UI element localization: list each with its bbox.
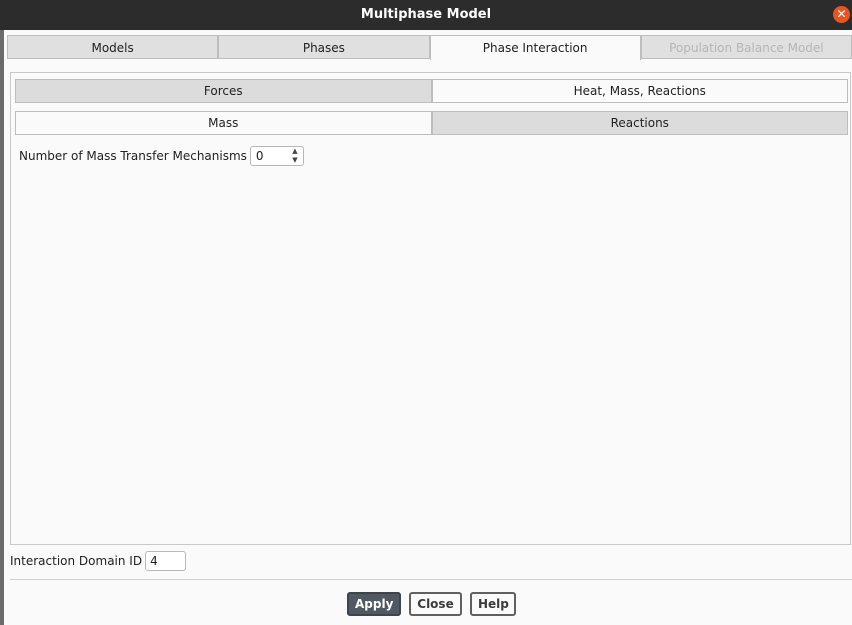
heat-mass-subtab-bar: Mass Reactions: [15, 111, 848, 135]
main-tab-bar: Models Phases Phase Interaction Populati…: [7, 35, 852, 60]
tab-mass[interactable]: Mass: [15, 111, 432, 135]
spin-arrows-icon[interactable]: ▲ ▼: [290, 147, 300, 165]
tab-models[interactable]: Models: [7, 35, 219, 59]
multiphase-model-dialog: Multiphase Model ✕ Models Phases Phase I…: [0, 0, 852, 625]
mass-transfer-value[interactable]: 0: [256, 149, 264, 163]
phase-interaction-panel: [10, 72, 851, 545]
mass-transfer-row: Number of Mass Transfer Mechanisms 0 ▲ ▼: [19, 146, 304, 166]
tab-phase-interaction[interactable]: Phase Interaction: [429, 35, 641, 60]
close-button[interactable]: Close: [409, 592, 462, 616]
interaction-subtab-bar: Forces Heat, Mass, Reactions: [15, 79, 848, 103]
divider: [10, 579, 852, 580]
tab-reactions[interactable]: Reactions: [431, 111, 848, 135]
dialog-buttons: Apply Close Help: [347, 592, 516, 616]
interaction-domain-input[interactable]: 4: [145, 551, 187, 571]
background-strip: [0, 30, 4, 625]
tab-population-balance-model: Population Balance Model: [640, 35, 852, 59]
interaction-domain-row: Interaction Domain ID 4: [10, 551, 187, 571]
mass-transfer-stepper[interactable]: 0 ▲ ▼: [249, 146, 304, 166]
help-button[interactable]: Help: [470, 592, 516, 616]
close-icon[interactable]: ✕: [833, 6, 850, 23]
tab-phases[interactable]: Phases: [218, 35, 430, 59]
tab-heat-mass-reactions[interactable]: Heat, Mass, Reactions: [431, 79, 848, 103]
interaction-domain-label: Interaction Domain ID: [10, 554, 143, 568]
mass-transfer-label: Number of Mass Transfer Mechanisms: [19, 149, 247, 163]
window-title: Multiphase Model: [360, 7, 492, 22]
apply-button[interactable]: Apply: [347, 592, 401, 616]
tab-forces[interactable]: Forces: [15, 79, 432, 103]
title-bar: Multiphase Model ✕: [0, 0, 852, 30]
